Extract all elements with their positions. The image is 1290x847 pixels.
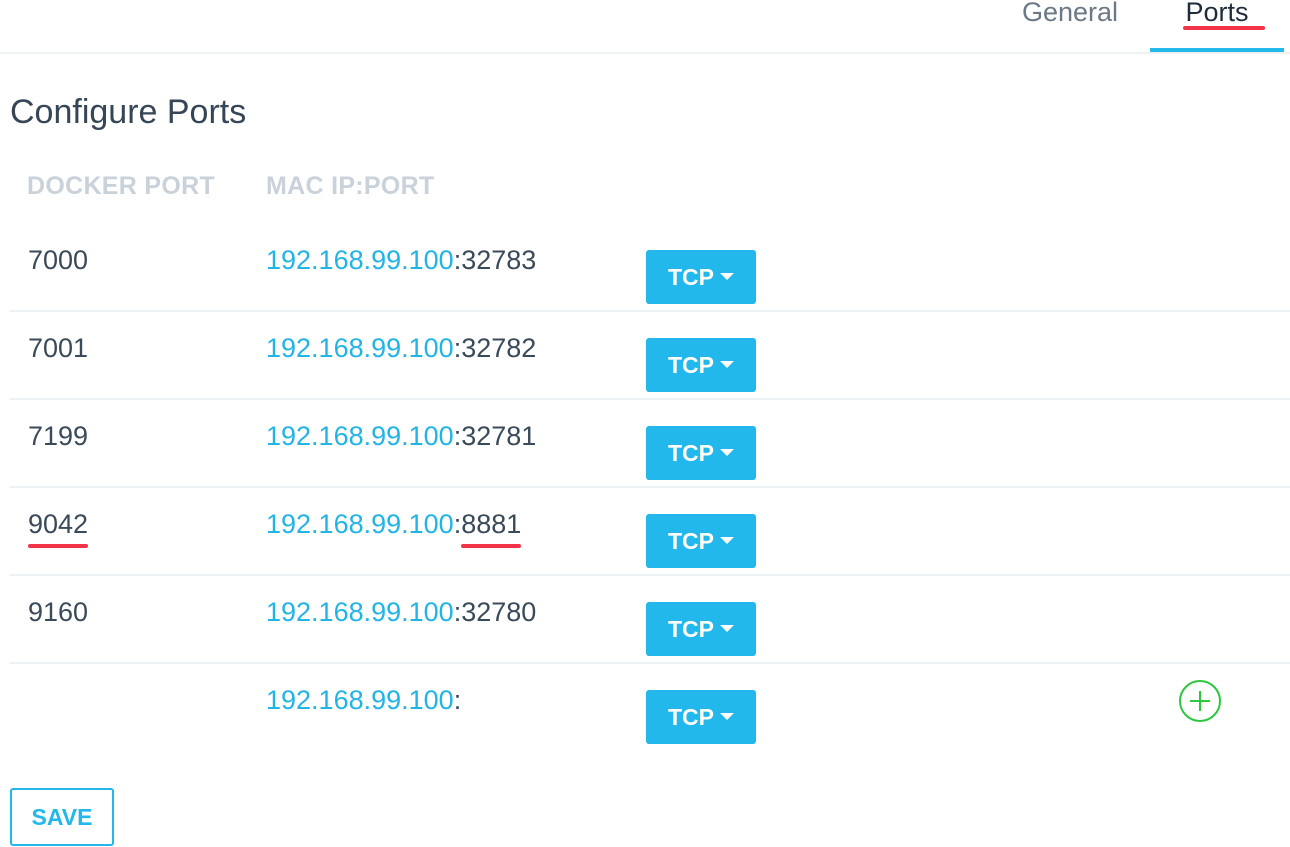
docker-port-value: 9042 (28, 504, 89, 548)
protocol-dropdown[interactable]: TCP (646, 338, 756, 392)
docker-port-value: 7199 (28, 421, 89, 451)
table-row: 9160 192.168.99.100:32780 TCP (10, 574, 1290, 664)
tab-general[interactable]: General (1005, 0, 1135, 52)
protocol-dropdown[interactable]: TCP (646, 602, 756, 656)
header-mac-ip-port: MAC IP:PORT (266, 172, 435, 200)
table-row: 7199 192.168.99.100:32781 TCP (10, 398, 1290, 488)
save-button[interactable]: SAVE (10, 788, 114, 846)
caret-down-icon (720, 713, 734, 721)
caret-down-icon (720, 361, 734, 369)
add-port-button[interactable] (1179, 680, 1221, 722)
docker-port-value: 7001 (28, 333, 89, 363)
tab-bar: General Ports (0, 0, 1290, 54)
mac-port-text: 8881 (461, 509, 522, 539)
mac-ip: 192.168.99.100 (266, 597, 454, 627)
docker-port-text: 9042 (28, 509, 89, 539)
caret-down-icon (720, 537, 734, 545)
tab-ports-label: Ports (1183, 0, 1265, 30)
table-row: 9042 192.168.99.100:8881 TCP (10, 486, 1290, 576)
protocol-label: TCP (668, 352, 714, 378)
protocol-label: TCP (668, 264, 714, 290)
mac-ip-port-value: 192.168.99.100:32783 (266, 240, 536, 280)
mac-port: 32782 (461, 333, 537, 363)
mac-port: 32781 (461, 421, 537, 451)
annotation-underline (461, 544, 522, 548)
mac-ip-port-value: 192.168.99.100:32781 (266, 416, 536, 456)
mac-ip: 192.168.99.100 (266, 333, 454, 363)
mac-ip: 192.168.99.100 (266, 685, 454, 715)
annotation-underline (1183, 26, 1265, 30)
table-row: 7000 192.168.99.100:32783 TCP (10, 222, 1290, 312)
mac-ip-port-value: 192.168.99.100: (266, 680, 461, 720)
header-docker-port: DOCKER PORT (27, 172, 216, 200)
protocol-label: TCP (668, 440, 714, 466)
ip-port-separator: : (453, 685, 462, 715)
protocol-dropdown[interactable]: TCP (646, 426, 756, 480)
mac-port: 32783 (461, 245, 537, 275)
tab-ports[interactable]: Ports (1150, 0, 1284, 52)
active-tab-indicator (1150, 48, 1284, 52)
caret-down-icon (720, 625, 734, 633)
mac-ip: 192.168.99.100 (266, 245, 454, 275)
annotation-underline (28, 544, 89, 548)
protocol-label: TCP (668, 704, 714, 730)
mac-ip: 192.168.99.100 (266, 509, 454, 539)
tab-general-label: General (1021, 0, 1119, 27)
docker-port-value: 9160 (28, 597, 89, 627)
ip-port-separator: : (453, 509, 462, 539)
mac-ip: 192.168.99.100 (266, 421, 454, 451)
table-header: DOCKER PORT MAC IP:PORT (0, 168, 1290, 204)
protocol-dropdown[interactable]: TCP (646, 690, 756, 744)
mac-port: 32780 (461, 597, 537, 627)
caret-down-icon (720, 449, 734, 457)
protocol-label: TCP (668, 616, 714, 642)
page-title: Configure Ports (10, 93, 247, 131)
mac-ip-port-value: 192.168.99.100:8881 (266, 504, 522, 548)
table-row: 7001 192.168.99.100:32782 TCP (10, 310, 1290, 400)
protocol-label: TCP (668, 528, 714, 554)
mac-port: 8881 (461, 504, 522, 548)
tab-ports-text: Ports (1185, 0, 1249, 27)
protocol-dropdown[interactable]: TCP (646, 514, 756, 568)
new-port-row: 192.168.99.100: TCP (10, 662, 1290, 750)
docker-port-value: 7000 (28, 245, 89, 275)
protocol-dropdown[interactable]: TCP (646, 250, 756, 304)
mac-ip-port-value: 192.168.99.100:32780 (266, 592, 536, 632)
mac-ip-port-value: 192.168.99.100:32782 (266, 328, 536, 368)
caret-down-icon (720, 273, 734, 281)
